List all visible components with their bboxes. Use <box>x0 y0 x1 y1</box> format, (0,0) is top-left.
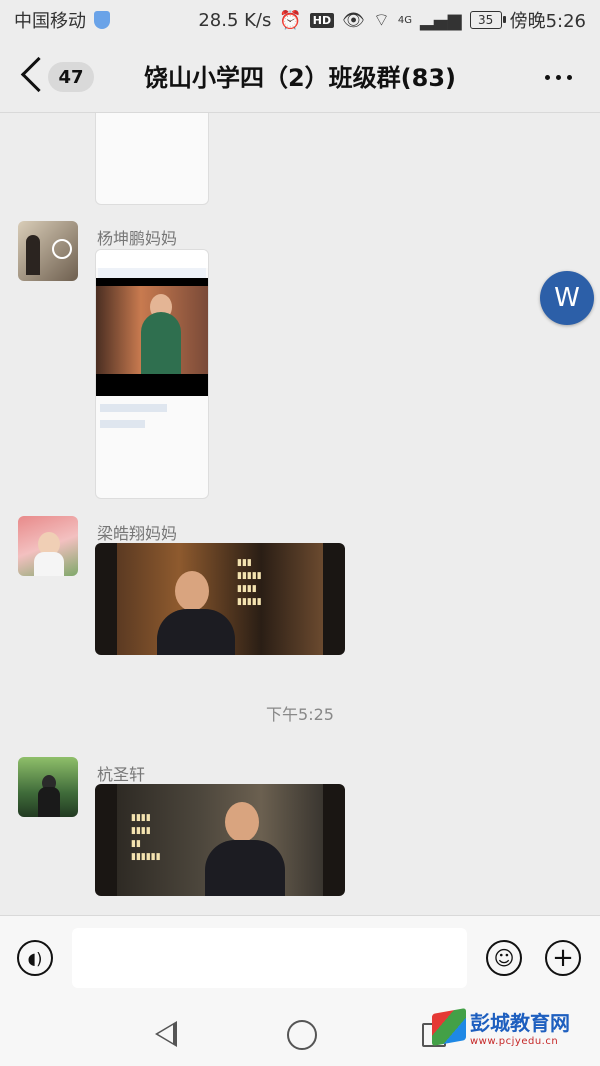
alarm-icon: ⏰ <box>279 9 302 31</box>
chat-header: 47 饶山小学四（2）班级群(83) <box>0 40 600 113</box>
carrier-label: 中国移动 <box>14 11 86 32</box>
status-bar: 中国移动 28.5 K/s ⏰ HD 👁 ⌔ 4G ▂▄▆ 35 傍晚5:26 <box>0 0 600 40</box>
eye-icon: 👁 <box>342 9 365 31</box>
watermark-url: www.pcjyedu.cn <box>470 1036 559 1047</box>
video-message[interactable]: ▮▮▮▮ ▮▮▮▮ ▮▮ ▮▮▮▮▮▮ <box>95 784 345 896</box>
status-left: 中国移动 <box>14 7 110 33</box>
chat-title: 饶山小学四（2）班级群(83) <box>143 64 457 92</box>
sender-name: 杨坤鹏妈妈 <box>97 229 178 248</box>
image-message[interactable] <box>95 249 209 499</box>
watermark: 彭城教育网 www.pcjyedu.cn <box>432 1007 570 1047</box>
voice-input-icon[interactable]: ◖) <box>17 940 53 976</box>
status-right: 28.5 K/s ⏰ HD 👁 ⌔ 4G ▂▄▆ 35 傍晚5:26 <box>198 7 586 33</box>
avatar[interactable] <box>18 516 78 576</box>
message-input[interactable] <box>72 928 467 988</box>
shield-icon <box>94 11 110 29</box>
sender-name: 杭圣轩 <box>97 765 146 784</box>
avatar[interactable] <box>18 757 78 817</box>
input-bar: ◖) ☺ + <box>0 915 600 1002</box>
network-speed: 28.5 K/s <box>198 9 272 31</box>
floating-app-badge[interactable]: W <box>540 271 594 325</box>
sender-name: 梁皓翔妈妈 <box>97 524 178 543</box>
hd-icon: HD <box>309 12 335 28</box>
previous-image-message[interactable] <box>95 113 209 205</box>
system-home-icon[interactable] <box>287 1020 317 1050</box>
video-caption: ▮▮▮ ▮▮▮▮▮ ▮▮▮▮ ▮▮▮▮▮ <box>237 558 262 607</box>
video-message[interactable]: ▮▮▮ ▮▮▮▮▮ ▮▮▮▮ ▮▮▮▮▮ <box>95 543 345 655</box>
watermark-title: 彭城教育网 <box>470 1011 570 1035</box>
clock: 傍晚5:26 <box>509 11 586 32</box>
emoji-icon[interactable]: ☺ <box>486 940 522 976</box>
network-type: 4G <box>397 14 413 26</box>
watermark-logo-icon <box>432 1008 466 1046</box>
video-caption: ▮▮▮▮ ▮▮▮▮ ▮▮ ▮▮▮▮▮▮ <box>131 813 161 862</box>
avatar[interactable] <box>18 221 78 281</box>
unread-count-badge[interactable]: 47 <box>48 62 94 92</box>
system-back-icon[interactable] <box>155 1021 177 1047</box>
battery-icon: 35 <box>469 11 506 29</box>
more-options-icon[interactable] <box>545 75 572 80</box>
system-navigation-bar: 彭城教育网 www.pcjyedu.cn <box>0 1001 600 1066</box>
time-divider: 下午5:25 <box>266 705 334 724</box>
message-list[interactable]: 杨坤鹏妈妈 梁皓翔妈妈 ▮▮▮▮▮▮▮▮▮▮▮▮▮▮▮▮▮ 下午5:25 <box>0 113 600 915</box>
add-more-icon[interactable]: + <box>545 940 581 976</box>
signal-icon: ▂▄▆ <box>420 9 462 31</box>
wifi-icon: ⌔ <box>373 9 390 31</box>
